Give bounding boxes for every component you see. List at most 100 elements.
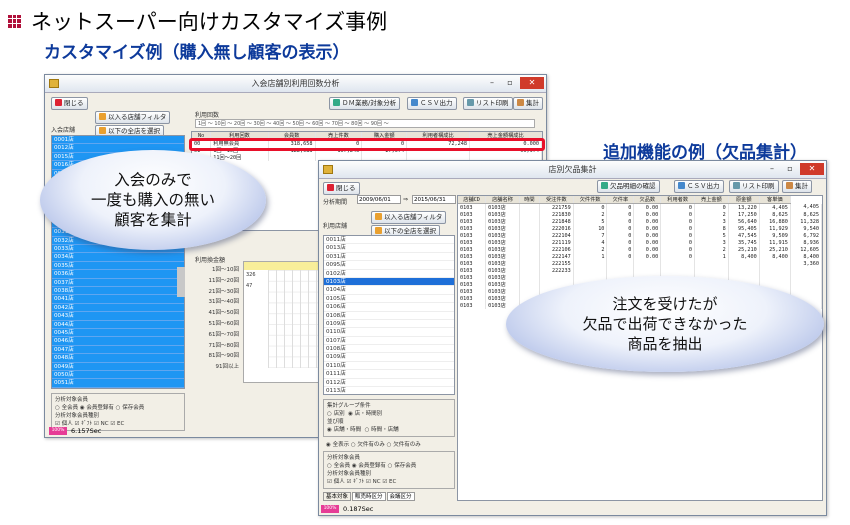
- list-item[interactable]: 0095店: [324, 261, 454, 270]
- radio-display-all[interactable]: ◉ 全表示: [326, 442, 349, 448]
- list-item[interactable]: 0052店: [52, 387, 184, 388]
- tab-basic[interactable]: 基本対象: [323, 492, 352, 501]
- close-button[interactable]: 閉じる: [323, 182, 360, 195]
- list-item[interactable]: 0107店: [324, 336, 454, 346]
- minimize-icon[interactable]: –: [764, 163, 780, 175]
- list-item[interactable]: 0043店: [52, 312, 184, 321]
- table-cell: 0103: [458, 211, 487, 218]
- period-from-input[interactable]: 2009/06/01: [357, 195, 401, 204]
- store-filter-button[interactable]: 以入る店舗フィルタ: [371, 211, 447, 224]
- list-item[interactable]: 0112店: [324, 378, 454, 388]
- table-row[interactable]: 0103 0103店 221759 0 0 0.00 0 0 13,220 4,405 4,405: [458, 203, 822, 211]
- table-row[interactable]: 0103 0103店 222233: [458, 267, 822, 274]
- list-item[interactable]: 0109店: [324, 353, 454, 362]
- list-item[interactable]: 0048店: [52, 354, 184, 363]
- csv-button[interactable]: ＣＳＶ出力: [674, 180, 724, 193]
- window1-titlebar[interactable]: 入会店舗別利用回数分析 – ▫ ✕: [45, 75, 546, 93]
- check-ec[interactable]: ☑ EC: [382, 479, 396, 485]
- print-list-button[interactable]: リスト印刷: [463, 97, 513, 110]
- radio-sort-time-store[interactable]: ○ 時間・店舗: [365, 427, 399, 433]
- radio-registered[interactable]: ◉ 会員登録有: [80, 405, 114, 411]
- table-row[interactable]: 0103 0103店 221830 2 0 0.00 0 2 17,250 8,625 8,625: [458, 211, 822, 218]
- tab-meeting[interactable]: 会議区分: [386, 492, 415, 501]
- list-item[interactable]: 0108店: [324, 311, 454, 320]
- store-list-scrollbar[interactable]: [177, 267, 185, 297]
- minimize-icon[interactable]: –: [484, 77, 500, 89]
- radio-all[interactable]: ○ 全会員: [55, 405, 78, 411]
- table-row[interactable]: 0103 0103店 221848 5 0 0.00 0 3 56,640 16,880 11,32…: [458, 218, 822, 225]
- list-item[interactable]: 0102店: [324, 269, 454, 278]
- radio-sort-store-time[interactable]: ◉ 店舗・時間: [327, 427, 361, 433]
- range-inputs[interactable]: 1回 〜 10回 〜 20回 〜 30回 〜 40回 〜 50回 〜 60回 〜…: [195, 119, 535, 128]
- store-list[interactable]: 0011店 0013店 0031店 0095店 0102店 0103店 0104店 0105店…: [323, 235, 455, 395]
- close-icon[interactable]: ✕: [800, 163, 824, 175]
- check-individual[interactable]: ☑ 個人: [327, 479, 345, 485]
- table-cell: 5: [573, 218, 608, 225]
- radio-all[interactable]: ○ 全会員: [327, 463, 350, 469]
- radio-by-store[interactable]: ○ 店別: [327, 411, 345, 417]
- list-item[interactable]: 0106店: [324, 303, 454, 312]
- list-item[interactable]: 0104店: [324, 286, 454, 295]
- list-item[interactable]: 0001店: [52, 136, 184, 145]
- radio-registered[interactable]: ◉ 会員登録有: [352, 463, 386, 469]
- list-item[interactable]: 0036店: [52, 270, 184, 279]
- list-item[interactable]: 0103店: [324, 277, 454, 287]
- radio-saved-label: 保存会員: [394, 463, 417, 469]
- maximize-icon[interactable]: ▫: [502, 77, 518, 89]
- table-row[interactable]: 0103 0103店 222016 10 0 0.00 0 8 95,405 11,929 9,54…: [458, 225, 822, 232]
- store-list-label: 利用店舗: [323, 223, 348, 230]
- list-item[interactable]: 0110店: [324, 361, 454, 371]
- radio-saved[interactable]: ○ 保存会員: [116, 405, 145, 411]
- list-item[interactable]: 0111店: [324, 370, 454, 379]
- list-item[interactable]: 0031店: [324, 252, 454, 262]
- table-row[interactable]: 0103 0103店 222147 1 0 0.00 0 1 8,400 8,400 8,400: [458, 253, 822, 260]
- list-item[interactable]: 0110店: [324, 328, 454, 337]
- table-cell: 0.00: [633, 246, 662, 253]
- table-row[interactable]: 0103 0103店 222104 7 0 0.00 0 5 47,545 9,509 6,792: [458, 232, 822, 239]
- radio-saved[interactable]: ○ 保存会員: [388, 463, 417, 469]
- list-item[interactable]: 0113店: [324, 387, 454, 394]
- radio-display-stockout[interactable]: ○ 欠件有のみ: [351, 442, 385, 448]
- close-icon[interactable]: ✕: [520, 77, 544, 89]
- aggregate-button[interactable]: 集計: [782, 180, 812, 193]
- list-item[interactable]: 0108店: [324, 345, 454, 354]
- list-item[interactable]: 0011店: [324, 236, 454, 245]
- list-item[interactable]: 0042店: [52, 303, 184, 313]
- aggregate-icon: [517, 99, 524, 106]
- table-row[interactable]: 0103 0103店 222155 3,360: [458, 260, 822, 267]
- list-item[interactable]: 0046店: [52, 337, 184, 346]
- period-to-input[interactable]: 2015/06/31: [412, 195, 456, 204]
- list-item[interactable]: 0038店: [52, 287, 184, 296]
- list-item[interactable]: 0037店: [52, 278, 184, 288]
- list-item[interactable]: 0105店: [324, 294, 454, 304]
- list-item[interactable]: 0045店: [52, 328, 184, 338]
- csv-button[interactable]: ＣＳＶ出力: [407, 97, 457, 110]
- maximize-icon[interactable]: ▫: [782, 163, 798, 175]
- list-item[interactable]: 0041店: [52, 295, 184, 304]
- list-item[interactable]: 0013店: [324, 244, 454, 253]
- table-row[interactable]: 0103 0103店 222106 2 0 0.00 0 2 25,210 25,210 12,60…: [458, 246, 822, 253]
- close-button[interactable]: 閉じる: [51, 97, 88, 110]
- radio-display-stockout2[interactable]: ○ 欠件有のみ: [387, 442, 421, 448]
- list-item[interactable]: 0047店: [52, 345, 184, 355]
- list-item[interactable]: 0049店: [52, 362, 184, 371]
- stockout-detail-button[interactable]: 欠品明細の確認: [597, 180, 660, 193]
- list-item[interactable]: 0050店: [52, 370, 184, 380]
- table-row[interactable]: 0103 0103店 221119 4 0 0.00 0 3 35,745 11,915 8,936: [458, 239, 822, 246]
- list-item[interactable]: 0109店: [324, 319, 454, 329]
- list-item[interactable]: 0035店: [52, 261, 184, 271]
- list-item[interactable]: 0044店: [52, 320, 184, 329]
- check-gift[interactable]: ☑ ｷﾞﾌﾄ: [346, 479, 364, 485]
- radio-all-label: 全会員: [333, 463, 351, 469]
- print-list-button[interactable]: リスト印刷: [729, 180, 779, 193]
- store-filter-button[interactable]: 以入る店舗フィルタ: [95, 111, 171, 124]
- check-ec[interactable]: ☑ EC: [110, 421, 124, 427]
- tab-sales-time[interactable]: 販売時区分: [352, 492, 386, 501]
- window2-titlebar[interactable]: 店別欠品集計 – ▫ ✕: [319, 161, 826, 179]
- list-item[interactable]: 0034店: [52, 253, 184, 262]
- dm-analysis-button[interactable]: ＤＭ業務/対象分析: [329, 97, 401, 110]
- radio-by-store-time[interactable]: ◉ 店・時間別: [348, 411, 382, 417]
- aggregate-button[interactable]: 集計: [513, 97, 543, 110]
- list-item[interactable]: 0051店: [52, 379, 184, 388]
- check-nc[interactable]: ☑ NC: [366, 479, 381, 485]
